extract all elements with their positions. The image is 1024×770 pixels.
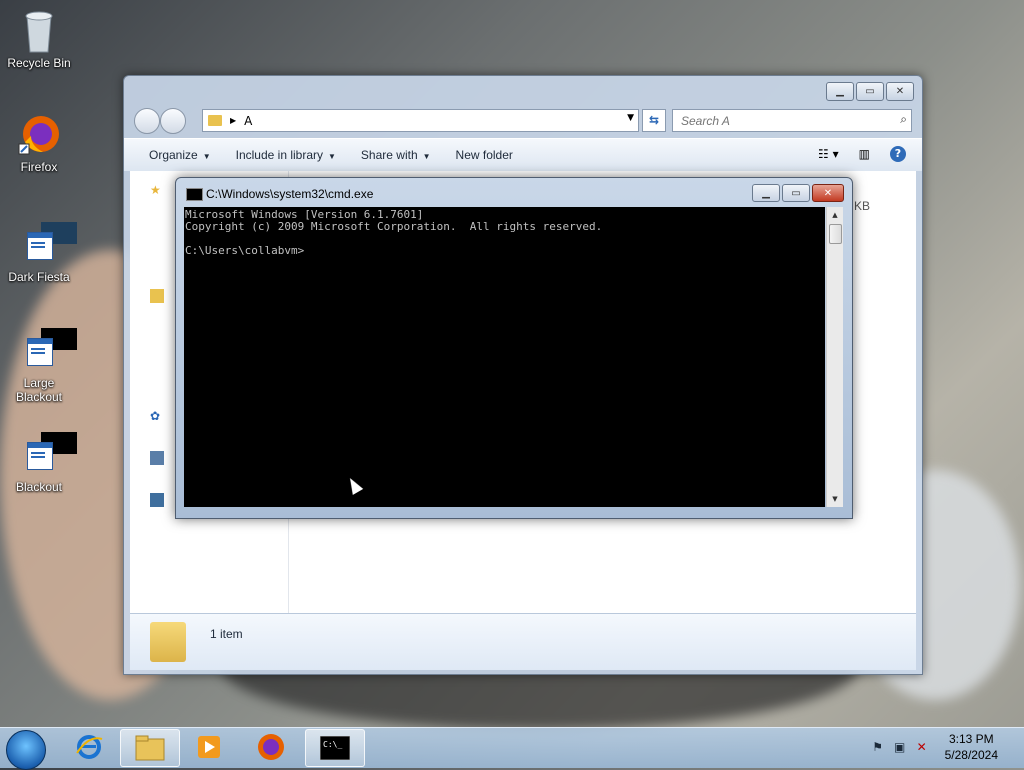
minimize-button[interactable]: ▁ [826,82,854,101]
system-tray: ⚑ ▣ ✕ 3:13 PM 5/28/2024 [871,731,1014,763]
desktop-icon-blackout[interactable]: Blackout [4,432,77,494]
scroll-up-icon[interactable]: ▲ [827,207,843,223]
command-bar: Organize ▼ Include in library ▼ Share with… [124,138,922,171]
chevron-down-icon: ▼ [328,152,336,161]
chevron-down-icon[interactable]: ▼ [627,113,634,123]
search-input[interactable] [679,113,883,129]
breadcrumb-current[interactable]: A [244,114,252,128]
preview-pane-icon[interactable]: ▥ [859,147,870,161]
folder-icon [150,622,186,662]
internet-explorer-icon [76,735,103,759]
organize-button[interactable]: Organize ▼ [149,148,211,162]
help-icon[interactable]: ? [890,146,906,162]
minimize-button[interactable]: ▁ [752,184,780,202]
network-icon[interactable]: ▣ [893,740,907,754]
desktop-icon-large-blackout[interactable]: Large Blackout [4,328,77,404]
scroll-down-icon[interactable]: ▼ [827,491,843,507]
taskbar-firefox[interactable] [242,729,300,765]
clock-time: 3:13 PM [948,732,994,746]
explorer-caption-buttons: ▁ ▭ ✕ [826,82,914,101]
clock-date: 5/28/2024 [944,748,998,762]
volume-muted-icon[interactable]: ✕ [915,740,929,754]
taskbar-explorer[interactable] [120,729,180,767]
window-title: C:\Windows\system32\cmd.exe [206,187,374,201]
homegroup-icon[interactable]: ✿ [150,409,164,423]
desktop-icon-label: Firefox [20,160,58,174]
navigation-bar: ▶ A ▼ ⇆ ⌕ [132,106,914,136]
search-icon[interactable]: ⌕ [900,112,907,127]
forward-button[interactable] [160,108,186,134]
start-button[interactable] [6,730,46,770]
folder-icon [135,735,165,761]
firefox-icon [17,112,61,156]
vertical-scrollbar[interactable]: ▲ ▼ [826,207,843,507]
taskbar-cmd[interactable]: C:\_ [305,729,365,767]
app-icon [17,328,77,372]
maximize-button[interactable]: ▭ [782,184,810,202]
new-folder-button[interactable]: New folder [456,148,513,162]
app-icon [17,432,77,476]
views-icon[interactable]: ☷ ▾ [818,147,839,161]
share-with-button[interactable]: Share with ▼ [361,148,431,162]
breadcrumb-arrow-icon: ▶ [230,116,237,125]
cmd-caption-buttons: ▁ ▭ ✕ [752,184,844,202]
taskbar-internet-explorer[interactable] [60,729,118,765]
clock[interactable]: 3:13 PM 5/28/2024 [945,731,998,763]
refresh-button[interactable]: ⇆ [642,109,666,132]
console-line: Copyright (c) 2009 Microsoft Corporation… [185,220,603,233]
cmd-icon: C:\_ [320,736,350,760]
address-bar[interactable]: ▶ A ▼ [202,109,639,132]
taskbar: C:\_ ⚑ ▣ ✕ 3:13 PM 5/28/2024 [0,727,1024,770]
computer-icon[interactable] [150,451,164,465]
details-pane: 1 item [130,613,916,670]
back-button[interactable] [134,108,160,134]
desktop-icon-label: Dark Fiesta [8,270,70,284]
desktop-icon-dark-fiesta[interactable]: Dark Fiesta [4,222,77,284]
media-player-icon [198,736,220,758]
desktop-icon-recycle-bin[interactable]: Recycle Bin [4,8,74,70]
chevron-down-icon: ▼ [202,152,211,161]
item-count: 1 item [210,627,243,641]
svg-text:C:\_: C:\_ [323,740,342,749]
maximize-button[interactable]: ▭ [856,82,884,101]
taskbar-media-player[interactable] [180,729,238,765]
network-icon[interactable] [150,493,164,507]
firefox-icon [258,734,284,760]
scroll-thumb[interactable] [829,224,842,244]
close-button[interactable]: ✕ [812,184,844,202]
desktop-icon-label: Blackout [15,480,63,494]
search-box[interactable]: ⌕ [672,109,912,132]
console-output[interactable]: Microsoft Windows [Version 6.1.7601] Copy… [184,207,825,507]
desktop-icon-label: Recycle Bin [7,56,71,70]
favorites-star-icon[interactable]: ★ [150,183,164,197]
recycle-bin-icon [17,8,61,53]
action-center-flag-icon[interactable]: ⚑ [871,740,885,754]
cmd-window: C:\Windows\system32\cmd.exe ▁ ▭ ✕ Micros… [175,177,853,519]
close-button[interactable]: ✕ [886,82,914,101]
desktop-icon-firefox[interactable]: Firefox [4,112,74,174]
libraries-icon[interactable] [150,289,164,303]
app-icon [17,222,77,266]
console-prompt[interactable]: C:\Users\collabvm> [185,245,824,257]
include-in-library-button[interactable]: Include in library ▼ [236,148,336,162]
chevron-down-icon: ▼ [422,152,431,161]
desktop-icon-label: Large Blackout [15,376,63,404]
folder-icon [208,115,222,126]
